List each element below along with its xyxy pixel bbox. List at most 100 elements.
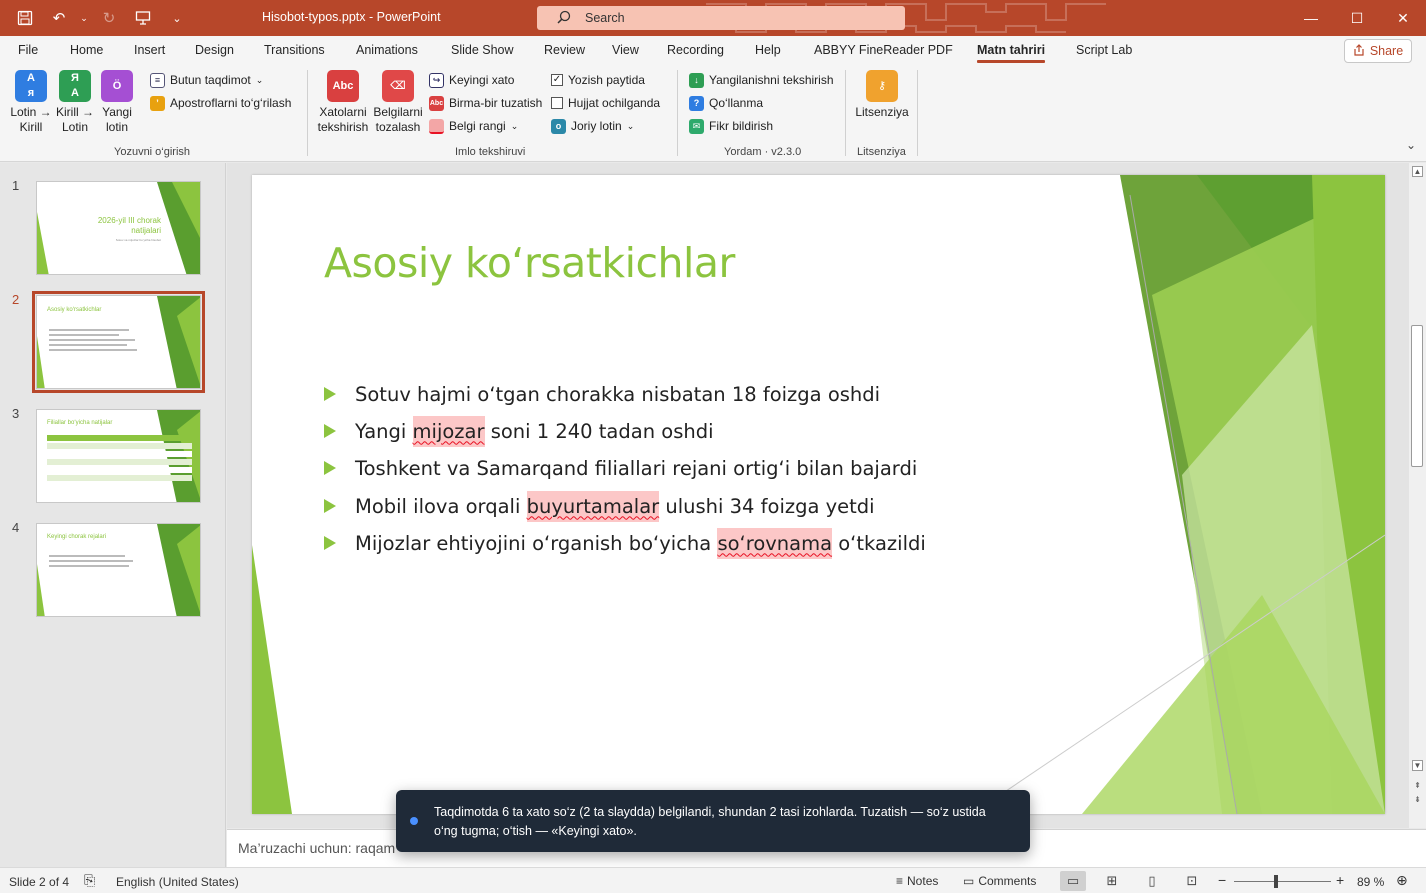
- yangi-lotin-button[interactable]: Ö Yangi lotin: [100, 70, 134, 135]
- belgilarni-tozalash-button[interactable]: ⌫ Belgilarni tozalash: [371, 70, 425, 135]
- misspelled-word[interactable]: so‘rovnama: [717, 527, 833, 559]
- birma-bir-button[interactable]: Abc Birma-bir tuzatish: [429, 94, 542, 112]
- checkbox-checked-icon: ✓: [551, 74, 563, 86]
- redo-icon[interactable]: ↻: [94, 3, 124, 33]
- lotin-to-kirill-button[interactable]: Aя Lotin → Kirill: [10, 70, 52, 135]
- slide-thumbnail-1[interactable]: 2026-yil III chorak natijalari Sotuv va …: [36, 181, 201, 275]
- apostroflar-button[interactable]: ’ Apostroflarni to‘g‘rilash: [150, 94, 291, 112]
- bullet-item[interactable]: Mobil ilova orqali buyurtamalar ulushi 3…: [324, 490, 875, 522]
- slide-canvas[interactable]: Asosiy ko‘rsatkichlar Sotuv hajmi o‘tgan…: [252, 175, 1385, 814]
- accessibility-icon[interactable]: ⎘: [84, 872, 95, 889]
- slide-thumbnail-pane: 1 2026-yil III chorak natijalari Sotuv v…: [0, 163, 226, 867]
- tab-help[interactable]: Help: [755, 43, 781, 57]
- hujjat-ochilganda-checkbox[interactable]: Hujjat ochilganda: [551, 94, 660, 112]
- tab-home[interactable]: Home: [70, 43, 103, 57]
- comments-label: Comments: [978, 874, 1037, 888]
- joriy-lotin-dropdown[interactable]: o Joriy lotin ⌄: [551, 117, 634, 135]
- slide-sorter-icon[interactable]: ⊞: [1099, 871, 1125, 891]
- zoom-level[interactable]: 89 %: [1357, 875, 1384, 889]
- tab-view[interactable]: View: [612, 43, 639, 57]
- chevron-down-icon: ⌄: [626, 120, 635, 131]
- undo-dropdown-icon[interactable]: ⌄: [78, 3, 90, 33]
- document-scope-icon: ≡: [150, 72, 165, 88]
- eraser-icon: ⌫: [382, 70, 414, 102]
- vertical-scrollbar[interactable]: ▲ ▼ ⇞ ⇟: [1409, 163, 1426, 828]
- undo-icon[interactable]: ↶: [44, 3, 74, 33]
- comments-button[interactable]: ▭ Comments: [958, 870, 1041, 892]
- language-indicator[interactable]: English (United States): [116, 875, 239, 889]
- kirill-to-lotin-button[interactable]: ЯA Kirill → Lotin: [56, 70, 94, 135]
- tab-abbyy[interactable]: ABBYY FineReader PDF: [814, 43, 953, 57]
- maximize-icon[interactable]: ☐: [1334, 0, 1380, 36]
- zoom-slider-thumb[interactable]: [1274, 875, 1278, 888]
- yozish-paytida-checkbox[interactable]: ✓ Yozish paytida: [551, 71, 645, 89]
- scrollbar-thumb[interactable]: [1411, 325, 1423, 467]
- minimize-icon[interactable]: —: [1288, 0, 1334, 36]
- thumb-number: 3: [12, 406, 20, 421]
- bullet-text: Mobil ilova orqali: [355, 494, 527, 518]
- belgi-rangi-dropdown[interactable]: Belgi rangi ⌄: [429, 117, 518, 135]
- tab-review[interactable]: Review: [544, 43, 585, 57]
- bullet-item[interactable]: Toshkent va Samarqand filiallari rejani …: [324, 453, 917, 483]
- share-icon: [1353, 43, 1365, 59]
- save-icon[interactable]: [10, 3, 40, 33]
- slide-thumbnail-3[interactable]: Filiallar bo‘yicha natijalar: [36, 409, 201, 503]
- tab-animations[interactable]: Animations: [356, 43, 418, 57]
- slide-thumbnail-2[interactable]: Asosiy ko‘rsatkichlar: [32, 291, 205, 393]
- zoom-out-icon[interactable]: −: [1218, 872, 1226, 888]
- notification-toast[interactable]: Taqdimotda 6 ta xato so‘z (2 ta slaydda)…: [396, 790, 1030, 852]
- download-icon: ↓: [689, 72, 704, 88]
- highlight-color-icon: [429, 118, 444, 134]
- collapse-ribbon-icon[interactable]: ⌄: [1406, 138, 1416, 152]
- reading-view-icon[interactable]: ▯: [1139, 871, 1165, 891]
- group-label-imlo: Imlo tekshiruvi: [455, 146, 526, 158]
- normal-view-icon[interactable]: ▭: [1060, 871, 1086, 891]
- bullet-item[interactable]: Sotuv hajmi o‘tgan chorakka nisbatan 18 …: [324, 379, 880, 409]
- share-button[interactable]: Share: [1344, 39, 1412, 63]
- fikr-bildirish-button[interactable]: ✉ Fikr bildirish: [689, 117, 773, 135]
- kirill-lotin-line1: Kirill →: [56, 105, 94, 119]
- slideshow-view-icon[interactable]: ⊡: [1179, 871, 1205, 891]
- butun-taqdimot-dropdown[interactable]: ≡ Butun taqdimot ⌄: [150, 71, 263, 89]
- litsenziya-button[interactable]: ⚷ Litsenziya: [853, 70, 911, 120]
- zoom-slider[interactable]: [1234, 881, 1331, 882]
- scroll-up-icon[interactable]: ▲: [1412, 166, 1423, 177]
- tab-matn-tahriri[interactable]: Matn tahriri: [977, 43, 1046, 63]
- search-icon: [557, 10, 571, 27]
- previous-slide-icon[interactable]: ⇞: [1412, 781, 1423, 792]
- tab-design[interactable]: Design: [195, 43, 234, 57]
- misspelled-word[interactable]: buyurtamalar: [526, 490, 660, 522]
- bullet-item[interactable]: Mijozlar ehtiyojini o‘rganish bo‘yicha s…: [324, 527, 926, 559]
- tab-insert[interactable]: Insert: [134, 43, 165, 57]
- group-separator: [677, 70, 678, 156]
- tab-recording[interactable]: Recording: [667, 43, 724, 57]
- tab-script-lab[interactable]: Script Lab: [1076, 43, 1132, 57]
- bullet-text: ulushi 34 foizga yetdi: [659, 494, 875, 518]
- search-box[interactable]: Search: [537, 6, 905, 30]
- thumb-text-line: [49, 339, 135, 341]
- scroll-down-icon[interactable]: ▼: [1412, 760, 1423, 771]
- xatolarni-line1: Xatolarni: [319, 105, 367, 119]
- yangilanish-button[interactable]: ↓ Yangilanishni tekshirish: [689, 71, 834, 89]
- tab-transitions[interactable]: Transitions: [264, 43, 325, 57]
- thumb-text-line: [49, 555, 125, 557]
- notes-icon: ≡: [896, 874, 904, 888]
- fit-to-window-icon[interactable]: ⊕: [1396, 872, 1408, 889]
- slide-title[interactable]: Asosiy ko‘rsatkichlar: [324, 239, 735, 287]
- group-label-litsenziya: Litsenziya: [857, 146, 906, 158]
- next-slide-icon[interactable]: ⇟: [1412, 795, 1423, 806]
- present-icon[interactable]: [128, 3, 158, 33]
- zoom-in-icon[interactable]: +: [1336, 872, 1344, 888]
- xatolarni-tekshirish-button[interactable]: Abc Xatolarni tekshirish: [316, 70, 370, 135]
- keyingi-xato-button[interactable]: ↪ Keyingi xato: [429, 71, 514, 89]
- close-icon[interactable]: ✕: [1380, 0, 1426, 36]
- customize-qat-icon[interactable]: ⌄: [162, 3, 192, 33]
- bullet-item[interactable]: Yangi mijozar soni 1 240 tadan oshdi: [324, 415, 714, 447]
- thumb-number: 2: [12, 292, 20, 307]
- tab-slide-show[interactable]: Slide Show: [451, 43, 514, 57]
- qollanma-button[interactable]: ? Qo‘llanma: [689, 94, 763, 112]
- slide-thumbnail-4[interactable]: Keyingi chorak rejalari: [36, 523, 201, 617]
- tab-file[interactable]: File: [18, 43, 38, 57]
- notes-button[interactable]: ≡ Notes: [891, 870, 943, 892]
- misspelled-word[interactable]: mijozar: [412, 415, 485, 447]
